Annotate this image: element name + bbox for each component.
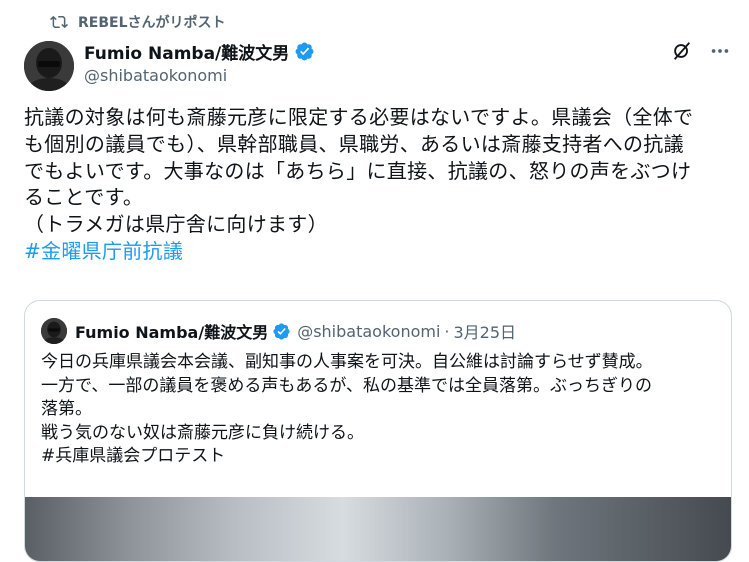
more-options-icon[interactable]	[709, 40, 731, 62]
tweet-line: ることです。	[24, 185, 144, 210]
quote-line: 戦う気のない奴は斎藤元彦に負け続ける。	[41, 422, 364, 443]
tweet-line: （トラメガは県庁舎に向けます）	[24, 212, 328, 237]
quote-line: 今日の兵庫県議会本会議、副知事の人事案を可決。自公維は討論すらせず賛成。	[41, 352, 653, 372]
quote-line: 落第。	[41, 399, 92, 419]
repost-icon	[50, 15, 68, 29]
separator-dot: ·	[444, 321, 450, 341]
author-handle[interactable]: @shibataokonomi	[84, 66, 315, 85]
verified-badge-icon	[295, 42, 314, 60]
verified-badge-icon	[273, 322, 290, 340]
quote-line: 一方で、一部の議員を褒める声もあるが、私の基準では全員落第。ぶっちぎりの	[41, 375, 652, 396]
repost-text: REBELさんがリポスト	[78, 15, 226, 31]
quote-date[interactable]: 3月25日	[454, 319, 517, 343]
tweet-line: でもよいです。大事なのは「あちら」に直接、抗議の、怒りの声をぶつけ	[24, 158, 692, 183]
hashtag-link[interactable]: #金曜県庁前抗議	[24, 238, 734, 265]
author-name[interactable]: Fumio Namba/難波文男	[84, 39, 289, 64]
tweet-line: も個別の議員でも）、県幹部職員、県職労、あるいは斎藤支持者への抗議	[24, 131, 684, 156]
tweet-line: 抗議の対象は何も斎藤元彦に限定する必要はないですよ。県議会（全体で	[24, 105, 694, 129]
author-avatar[interactable]	[24, 41, 74, 91]
grok-icon[interactable]	[671, 40, 693, 62]
repost-indicator[interactable]: REBELさんがリポスト	[50, 12, 226, 32]
quote-media-image[interactable]	[25, 497, 731, 561]
quote-body: 今日の兵庫県議会本会議、副知事の人事案を可決。自公維は討論すらせず賛成。 一方で…	[41, 351, 721, 469]
quote-author-avatar[interactable]	[41, 318, 67, 344]
tweet-body: 抗議の対象は何も斎藤元彦に限定する必要はないですよ。県議会（全体で も個別の議員…	[24, 104, 734, 265]
quote-line: #兵庫県議会プロテスト	[41, 446, 226, 466]
quote-author-handle: @shibataokonomi	[297, 321, 441, 341]
quote-author-name: Fumio Namba/難波文男	[75, 323, 269, 342]
quoted-tweet[interactable]: Fumio Namba/難波文男 @shibataokonomi · 3月25日…	[24, 300, 732, 562]
